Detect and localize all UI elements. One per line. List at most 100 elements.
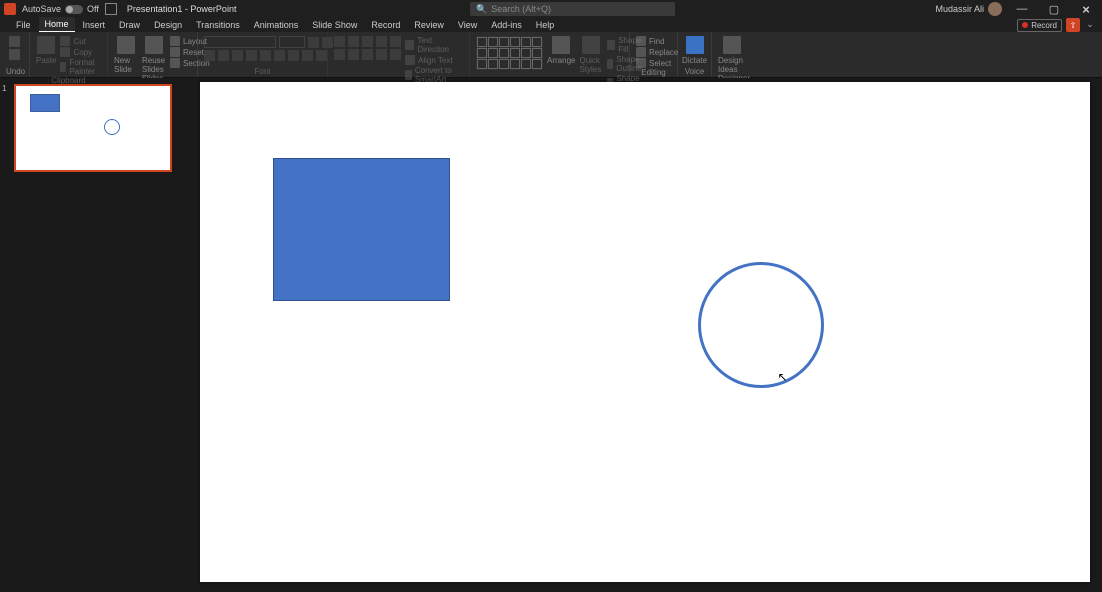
autosave-state: Off: [87, 4, 99, 14]
tab-review[interactable]: Review: [408, 18, 450, 32]
tab-animations[interactable]: Animations: [248, 18, 305, 32]
paste-icon: [37, 36, 55, 54]
shape-fill-icon: [607, 40, 615, 50]
search-box[interactable]: 🔍 Search (Alt+Q): [470, 2, 675, 16]
reuse-slides-icon: [145, 36, 163, 54]
font-color-button[interactable]: [316, 50, 327, 61]
title-bar: AutoSave Off Presentation1 - PowerPoint …: [0, 0, 1102, 18]
tab-help[interactable]: Help: [530, 18, 561, 32]
slide-canvas-area[interactable]: ↖: [187, 78, 1102, 592]
user-name: Mudassir Ali: [935, 4, 984, 14]
thumbnail-rectangle-shape: [30, 94, 60, 112]
columns-button[interactable]: [390, 49, 401, 60]
mouse-cursor-icon: ↖: [778, 370, 788, 384]
design-ideas-icon: [723, 36, 741, 54]
cut-button[interactable]: Cut: [60, 36, 101, 46]
tab-addins[interactable]: Add-ins: [485, 18, 528, 32]
paste-button[interactable]: Paste: [36, 36, 56, 65]
align-right-button[interactable]: [362, 49, 373, 60]
text-direction-button[interactable]: Text Direction: [405, 36, 463, 54]
justify-button[interactable]: [376, 49, 387, 60]
slide-thumbnail-panel[interactable]: 1: [0, 78, 187, 592]
record-button[interactable]: Record: [1017, 19, 1062, 32]
autosave-toggle[interactable]: AutoSave Off: [22, 4, 99, 14]
ribbon: Undo Paste Cut Copy Format Painter Clipb…: [0, 32, 1102, 78]
italic-button[interactable]: [218, 50, 229, 61]
minimize-button[interactable]: —: [1010, 0, 1034, 18]
copy-button[interactable]: Copy: [60, 47, 101, 57]
undo-button[interactable]: [9, 36, 20, 47]
underline-button[interactable]: [232, 50, 243, 61]
tab-transitions[interactable]: Transitions: [190, 18, 246, 32]
group-undo-label: Undo: [6, 67, 23, 77]
reset-icon: [170, 47, 180, 57]
bold-button[interactable]: [204, 50, 215, 61]
document-title[interactable]: Presentation1 - PowerPoint: [127, 4, 237, 14]
thumbnail-number: 1: [2, 84, 6, 93]
share-button[interactable]: ⇧: [1066, 18, 1080, 32]
tab-file[interactable]: File: [10, 18, 37, 32]
design-ideas-button[interactable]: Design Ideas: [718, 36, 746, 74]
powerpoint-icon: [4, 3, 16, 15]
shape-outline-button[interactable]: Shape Outline: [607, 55, 645, 73]
indent-left-button[interactable]: [362, 36, 373, 47]
indent-right-button[interactable]: [376, 36, 387, 47]
line-spacing-button[interactable]: [390, 36, 401, 47]
font-family-select[interactable]: [204, 36, 276, 48]
toggle-off-icon[interactable]: [65, 5, 83, 14]
save-icon[interactable]: [105, 3, 117, 15]
bullets-button[interactable]: [334, 36, 345, 47]
tab-design[interactable]: Design: [148, 18, 188, 32]
font-size-select[interactable]: [279, 36, 305, 48]
tab-home[interactable]: Home: [39, 17, 75, 32]
shapes-gallery[interactable]: [476, 36, 543, 70]
share-icon: ⇧: [1070, 21, 1077, 30]
avatar: [988, 2, 1002, 16]
case-button[interactable]: [288, 50, 299, 61]
reuse-slides-button[interactable]: Reuse Slides: [142, 36, 166, 74]
tab-draw[interactable]: Draw: [113, 18, 146, 32]
increase-font-button[interactable]: [308, 37, 319, 48]
main-area: 1 ↖: [0, 78, 1102, 592]
align-center-button[interactable]: [348, 49, 359, 60]
dictate-icon: [686, 36, 704, 54]
quick-styles-button[interactable]: Quick Styles: [579, 36, 603, 74]
shape-fill-button[interactable]: Shape Fill: [607, 36, 645, 54]
new-slide-icon: [117, 36, 135, 54]
tab-view[interactable]: View: [452, 18, 483, 32]
group-drawing: Arrange Quick Styles Shape Fill Shape Ou…: [470, 32, 630, 77]
tab-slide-show[interactable]: Slide Show: [306, 18, 363, 32]
group-paragraph: Text Direction Align Text Convert to Sma…: [328, 32, 470, 77]
rectangle-shape[interactable]: [273, 158, 450, 301]
redo-button[interactable]: [9, 49, 20, 60]
numbering-button[interactable]: [348, 36, 359, 47]
smartart-icon: [405, 70, 412, 80]
strike-button[interactable]: [246, 50, 257, 61]
shadow-button[interactable]: [260, 50, 271, 61]
close-button[interactable]: ×: [1074, 0, 1098, 18]
circle-shape[interactable]: [698, 262, 824, 388]
tab-record[interactable]: Record: [365, 18, 406, 32]
dictate-button[interactable]: Dictate: [682, 36, 707, 65]
record-icon: [1022, 22, 1028, 28]
char-spacing-button[interactable]: [274, 50, 285, 61]
tab-insert[interactable]: Insert: [77, 18, 112, 32]
align-text-icon: [405, 55, 415, 65]
arrange-button[interactable]: Arrange: [547, 36, 575, 65]
align-text-button[interactable]: Align Text: [405, 55, 463, 65]
slide-canvas[interactable]: ↖: [200, 82, 1090, 582]
format-painter-icon: [60, 62, 66, 72]
format-painter-button[interactable]: Format Painter: [60, 58, 101, 76]
new-slide-button[interactable]: New Slide: [114, 36, 138, 74]
user-account[interactable]: Mudassir Ali: [935, 2, 1002, 16]
search-icon: 🔍: [476, 4, 487, 15]
quick-styles-icon: [582, 36, 600, 54]
search-placeholder: Search (Alt+Q): [491, 4, 551, 14]
arrange-icon: [552, 36, 570, 54]
autosave-label: AutoSave: [22, 4, 61, 14]
align-left-button[interactable]: [334, 49, 345, 60]
collapse-ribbon-button[interactable]: ⌄: [1084, 19, 1096, 31]
highlight-button[interactable]: [302, 50, 313, 61]
slide-thumbnail-1[interactable]: [14, 84, 172, 172]
restore-button[interactable]: ▢: [1042, 0, 1066, 18]
